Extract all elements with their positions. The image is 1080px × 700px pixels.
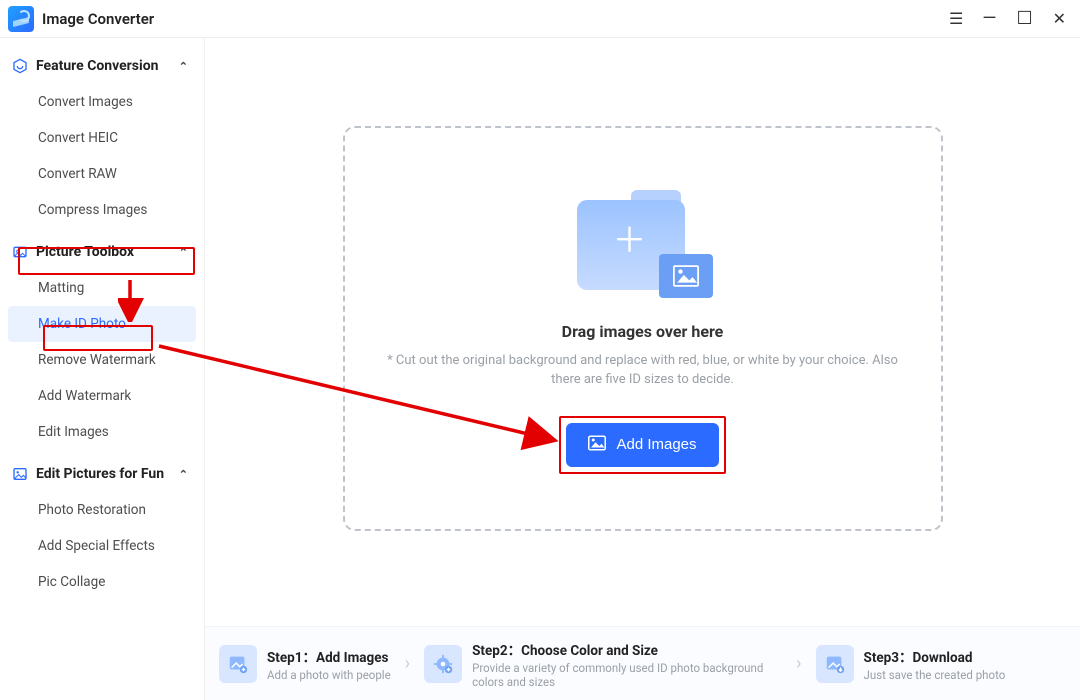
dropzone-description: * Cut out the original background and re…	[383, 351, 903, 390]
button-label: Add Images	[616, 436, 696, 453]
sidebar-item-convert-images[interactable]: Convert Images	[8, 84, 196, 120]
dropzone[interactable]: ＋ Drag images over here * Cut out the or…	[343, 126, 943, 531]
sidebar-item-add-watermark[interactable]: Add Watermark	[8, 378, 196, 414]
step-title: Step2：Choose Color and Size	[472, 639, 782, 659]
sidebar-item-matting[interactable]: Matting	[8, 270, 196, 306]
chevron-right-icon: ›	[397, 653, 418, 674]
toolbox-icon	[12, 244, 28, 260]
sidebar-item-compress-images[interactable]: Compress Images	[8, 192, 196, 228]
sidebar-item-pic-collage[interactable]: Pic Collage	[8, 564, 196, 600]
annotation-highlight-add-images: Add Images	[559, 416, 725, 474]
dropzone-title: Drag images over here	[562, 322, 724, 341]
step-title: Step1：Add Images	[267, 646, 391, 666]
window-controls: ☰ — ☐ ✕	[949, 8, 1072, 29]
step-3: Step3：Download Just save the created pho…	[816, 645, 1006, 683]
app-title: Image Converter	[42, 10, 154, 28]
group-items-feature-conversion: Convert Images Convert HEIC Convert RAW …	[8, 84, 196, 228]
maximize-button[interactable]: ☐	[1016, 8, 1032, 29]
group-label: Feature Conversion	[36, 58, 158, 74]
menu-icon[interactable]: ☰	[949, 9, 962, 28]
image-chip-icon	[659, 254, 713, 298]
sidebar-group-edit-fun[interactable]: Edit Pictures for Fun ⌃	[8, 460, 196, 488]
app-logo-icon	[8, 6, 34, 32]
content-area: ＋ Drag images over here * Cut out the or…	[205, 38, 1080, 700]
hexagon-icon	[12, 58, 28, 74]
group-items-edit-fun: Photo Restoration Add Special Effects Pi…	[8, 492, 196, 600]
step-2: Step2：Choose Color and Size Provide a va…	[424, 639, 782, 689]
download-step-icon	[816, 645, 854, 683]
minimize-button[interactable]: —	[982, 8, 996, 29]
picture-icon	[12, 466, 28, 482]
gear-step-icon	[424, 645, 462, 683]
step-title: Step3：Download	[864, 646, 1006, 666]
chevron-right-icon: ›	[788, 653, 809, 674]
add-images-button[interactable]: Add Images	[566, 423, 718, 467]
chevron-up-icon: ⌃	[179, 60, 188, 73]
sidebar-item-convert-heic[interactable]: Convert HEIC	[8, 120, 196, 156]
image-icon	[588, 435, 606, 455]
group-label: Picture Toolbox	[36, 244, 134, 260]
sidebar-item-make-id-photo[interactable]: Make ID Photo	[8, 306, 196, 342]
chevron-up-icon: ⌃	[179, 468, 188, 481]
close-button[interactable]: ✕	[1053, 9, 1066, 28]
sidebar-item-photo-restoration[interactable]: Photo Restoration	[8, 492, 196, 528]
chevron-up-icon: ⌃	[179, 246, 188, 259]
titlebar: Image Converter ☰ — ☐ ✕	[0, 0, 1080, 38]
sidebar-item-add-effects[interactable]: Add Special Effects	[8, 528, 196, 564]
sidebar: Feature Conversion ⌃ Convert Images Conv…	[0, 38, 205, 700]
sidebar-item-remove-watermark[interactable]: Remove Watermark	[8, 342, 196, 378]
steps-footer: Step1：Add Images Add a photo with people…	[205, 626, 1080, 700]
step-1: Step1：Add Images Add a photo with people	[219, 645, 391, 683]
step-subtitle: Provide a variety of commonly used ID ph…	[472, 661, 782, 689]
sidebar-group-picture-toolbox[interactable]: Picture Toolbox ⌃	[8, 238, 196, 266]
step-subtitle: Add a photo with people	[267, 668, 391, 682]
group-items-picture-toolbox: Matting Make ID Photo Remove Watermark A…	[8, 270, 196, 450]
sidebar-group-feature-conversion[interactable]: Feature Conversion ⌃	[8, 52, 196, 80]
group-label: Edit Pictures for Fun	[36, 466, 164, 482]
upload-folder-icon: ＋	[573, 184, 713, 304]
sidebar-item-edit-images[interactable]: Edit Images	[8, 414, 196, 450]
step-subtitle: Just save the created photo	[864, 668, 1006, 682]
sidebar-item-convert-raw[interactable]: Convert RAW	[8, 156, 196, 192]
add-image-step-icon	[219, 645, 257, 683]
